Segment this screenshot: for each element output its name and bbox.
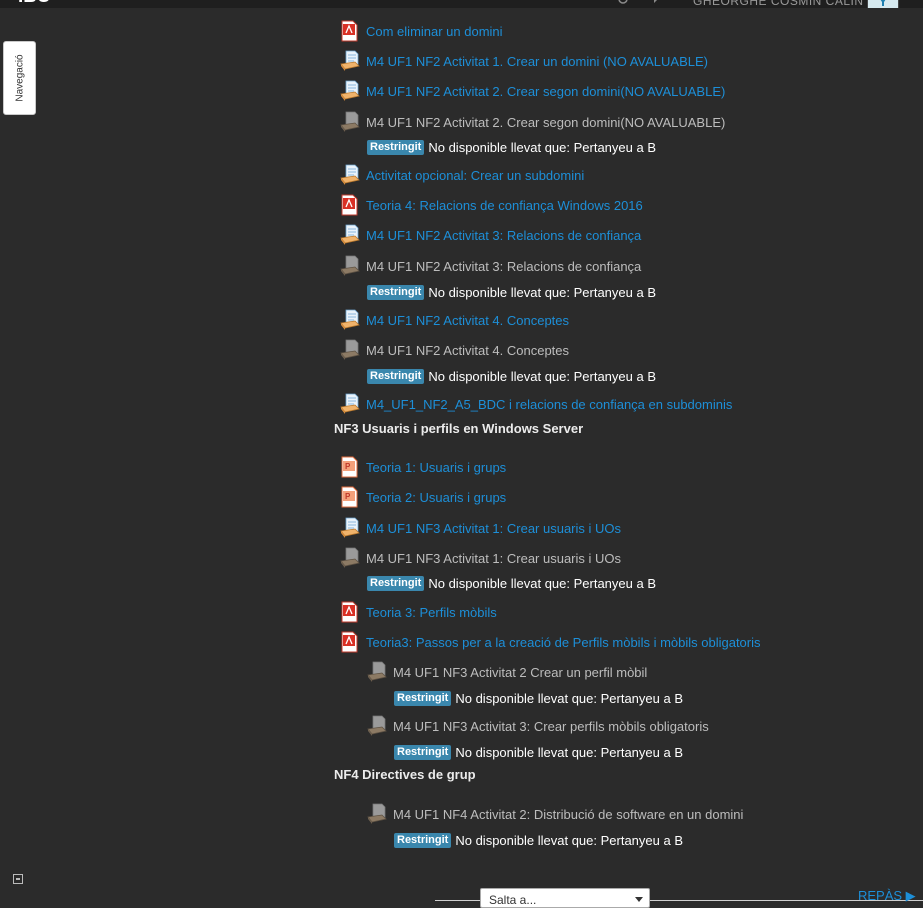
- powerpoint-icon: P: [340, 486, 360, 508]
- restriction-notice: Restringit No disponible llevat que: Pert…: [367, 283, 656, 301]
- activity-title[interactable]: M4 UF1 NF2 Activitat 1. Crear un domini …: [366, 54, 708, 69]
- activity-link[interactable]: M4_UF1_NF2_A5_BDC i relacions de confian…: [340, 393, 732, 415]
- activity-link[interactable]: Activitat opcional: Crear un subdomini: [340, 164, 584, 186]
- section-heading-nf4: NF4 Directives de grup: [334, 767, 476, 782]
- restriction-text: No disponible llevat que: Pertanyeu a B: [428, 368, 656, 384]
- assignment-disabled-icon: [340, 547, 360, 569]
- activity-link[interactable]: M4 UF1 NF2 Activitat 1. Crear un domini …: [340, 50, 708, 72]
- activity-title: M4 UF1 NF2 Activitat 4. Conceptes: [366, 342, 570, 358]
- activity-link[interactable]: P Teoria 2: Usuaris i grups: [340, 486, 506, 508]
- restriction-notice: Restringit No disponible llevat que: Pert…: [367, 574, 656, 592]
- section-heading-nf3: NF3 Usuaris i perfils en Windows Server: [334, 421, 584, 436]
- pdf-icon: [340, 601, 360, 623]
- restricted-badge: Restringit: [394, 744, 452, 760]
- assignment-icon: [340, 224, 360, 246]
- activity-item-restricted: M4 UF1 NF3 Activitat 3: Crear perfils mò…: [367, 715, 709, 737]
- activity-title: M4 UF1 NF3 Activitat 3: Crear perfils mò…: [393, 718, 709, 734]
- activity-title: M4 UF1 NF3 Activitat 1: Crear usuaris i …: [366, 550, 622, 566]
- activity-title: M4 UF1 NF3 Activitat 2 Crear un perfil m…: [393, 664, 648, 680]
- activity-item-restricted: M4 UF1 NF2 Activitat 2. Crear segon domi…: [340, 111, 725, 133]
- activity-link[interactable]: M4 UF1 NF2 Activitat 4. Conceptes: [340, 309, 569, 331]
- activity-title[interactable]: Teoria 1: Usuaris i grups: [366, 460, 506, 475]
- assignment-icon: [340, 393, 360, 415]
- svg-text:P: P: [345, 462, 351, 471]
- assignment-disabled-icon: [367, 803, 387, 825]
- activity-item-restricted: M4 UF1 NF3 Activitat 1: Crear usuaris i …: [340, 547, 621, 569]
- assignment-icon: [340, 164, 360, 186]
- activity-item-restricted: M4 UF1 NF2 Activitat 4. Conceptes: [340, 339, 569, 361]
- activity-title[interactable]: M4 UF1 NF2 Activitat 2. Crear segon domi…: [366, 84, 725, 99]
- restriction-text: No disponible llevat que: Pertanyeu a B: [428, 284, 656, 300]
- activity-title: M4 UF1 NF2 Activitat 3: Relacions de con…: [366, 258, 642, 274]
- activity-title[interactable]: M4 UF1 NF2 Activitat 3: Relacions de con…: [366, 228, 641, 243]
- assignment-icon: [340, 517, 360, 539]
- assignment-disabled-icon: [367, 715, 387, 737]
- restriction-text: No disponible llevat que: Pertanyeu a B: [428, 139, 656, 155]
- activity-title[interactable]: M4 UF1 NF2 Activitat 4. Conceptes: [366, 313, 569, 328]
- activity-title[interactable]: M4 UF1 NF3 Activitat 1: Crear usuaris i …: [366, 521, 621, 536]
- restriction-text: No disponible llevat que: Pertanyeu a B: [455, 832, 683, 848]
- assignment-icon: [340, 80, 360, 102]
- pdf-icon: [340, 194, 360, 216]
- activity-item-restricted: M4 UF1 NF3 Activitat 2 Crear un perfil m…: [367, 661, 647, 683]
- activity-link[interactable]: Com eliminar un domini: [340, 20, 503, 42]
- restriction-notice: Restringit No disponible llevat que: Pert…: [394, 743, 683, 761]
- restriction-notice: Restringit No disponible llevat que: Pert…: [394, 689, 683, 707]
- restriction-notice: Restringit No disponible llevat que: Pert…: [367, 138, 656, 156]
- jump-to-select-value: Salta a...: [489, 893, 537, 907]
- activity-title[interactable]: Activitat opcional: Crear un subdomini: [366, 168, 584, 183]
- restricted-badge: Restringit: [367, 368, 425, 384]
- assignment-disabled-icon: [367, 661, 387, 683]
- restriction-text: No disponible llevat que: Pertanyeu a B: [455, 690, 683, 706]
- restriction-text: No disponible llevat que: Pertanyeu a B: [428, 575, 656, 591]
- assignment-disabled-icon: [340, 111, 360, 133]
- next-activity-link[interactable]: REPÀS ▶: [858, 888, 916, 904]
- activity-link[interactable]: M4 UF1 NF3 Activitat 1: Crear usuaris i …: [340, 517, 621, 539]
- restricted-badge: Restringit: [367, 139, 425, 155]
- restriction-text: No disponible llevat que: Pertanyeu a B: [455, 744, 683, 760]
- chevron-down-icon: [635, 897, 643, 902]
- activity-link[interactable]: Teoria 3: Perfils mòbils: [340, 601, 497, 623]
- assignment-disabled-icon: [340, 255, 360, 277]
- restricted-badge: Restringit: [394, 832, 452, 848]
- activity-item-restricted: M4 UF1 NF4 Activitat 2: Distribució de s…: [367, 803, 743, 825]
- activity-title: M4 UF1 NF4 Activitat 2: Distribució de s…: [393, 806, 744, 822]
- activity-title[interactable]: M4_UF1_NF2_A5_BDC i relacions de confian…: [366, 397, 732, 412]
- activity-link[interactable]: M4 UF1 NF2 Activitat 3: Relacions de con…: [340, 224, 641, 246]
- restriction-notice: Restringit No disponible llevat que: Pert…: [394, 831, 683, 849]
- pdf-icon: [340, 20, 360, 42]
- activity-link[interactable]: P Teoria 1: Usuaris i grups: [340, 456, 506, 478]
- powerpoint-icon: P: [340, 456, 360, 478]
- assignment-icon: [340, 309, 360, 331]
- pdf-icon: [340, 631, 360, 653]
- activity-title[interactable]: Teoria 4: Relacions de confiança Windows…: [366, 198, 643, 213]
- restriction-notice: Restringit No disponible llevat que: Pert…: [367, 367, 656, 385]
- activity-title[interactable]: Com eliminar un domini: [366, 24, 503, 39]
- activity-title[interactable]: Teoria 3: Perfils mòbils: [366, 605, 497, 620]
- activity-link[interactable]: Teoria 4: Relacions de confiança Windows…: [340, 194, 643, 216]
- activity-title[interactable]: Teoria3: Passos per a la creació de Perf…: [366, 635, 761, 650]
- activity-link[interactable]: M4 UF1 NF2 Activitat 2. Crear segon domi…: [340, 80, 725, 102]
- restricted-badge: Restringit: [367, 284, 425, 300]
- restricted-badge: Restringit: [394, 690, 452, 706]
- svg-text:P: P: [345, 492, 351, 501]
- activity-title[interactable]: Teoria 2: Usuaris i grups: [366, 490, 506, 505]
- activity-title: M4 UF1 NF2 Activitat 2. Crear segon domi…: [366, 114, 726, 130]
- assignment-disabled-icon: [340, 339, 360, 361]
- restricted-badge: Restringit: [367, 575, 425, 591]
- activity-link[interactable]: Teoria3: Passos per a la creació de Perf…: [340, 631, 761, 653]
- dock-block-icon[interactable]: [13, 874, 23, 884]
- jump-to-select[interactable]: Salta a...: [480, 888, 650, 908]
- assignment-icon: [340, 50, 360, 72]
- activity-item-restricted: M4 UF1 NF2 Activitat 3: Relacions de con…: [340, 255, 641, 277]
